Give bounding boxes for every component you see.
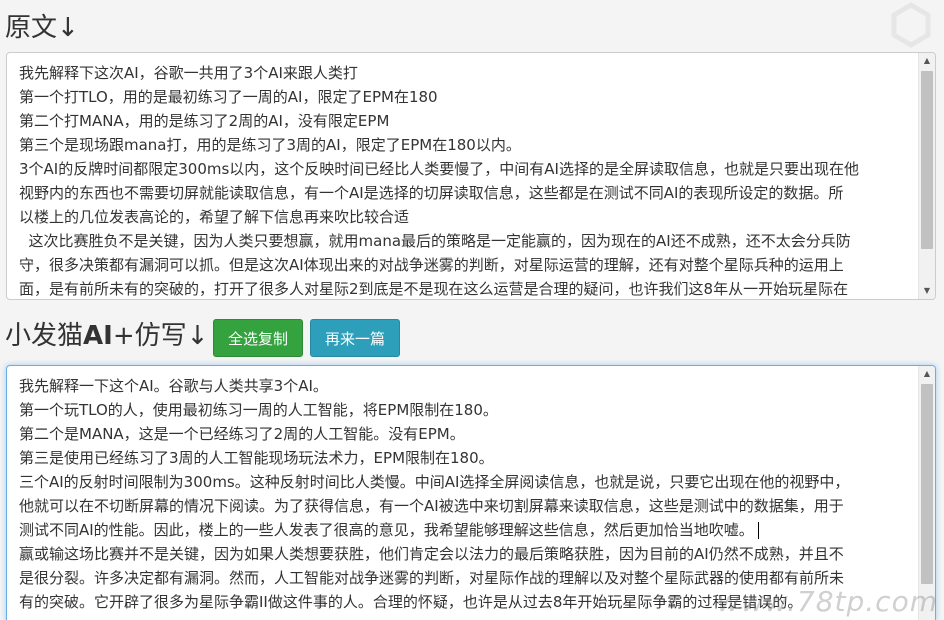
original-line: 守，很多决策都有漏洞可以抓。但是这次AI体现出来的对战争迷雾的判断，对星际运营的… <box>19 256 844 274</box>
rewrite-title: 小发猫AI+仿写↓ <box>5 320 208 352</box>
rewrite-title-ai: AI <box>83 321 113 351</box>
original-line: 3个AI的反牌时间都限定300ms以内，这个反映时间已经比人类要慢了，中间有AI… <box>19 160 859 178</box>
original-textarea[interactable]: 我先解释下这次AI，谷歌一共用了3个AI来跟人类打 第一个打TLO，用的是最初练… <box>6 52 936 300</box>
regenerate-button[interactable]: 再来一篇 <box>310 319 400 357</box>
original-text: 我先解释下这次AI，谷歌一共用了3个AI来跟人类打 第一个打TLO，用的是最初练… <box>19 61 913 299</box>
rewrite-line: 第二个是MANA，这是一个已经练习了2周的人工智能。没有EPM。 <box>19 425 465 443</box>
original-line: 第一个打TLO，用的是最初练习了一周的AI，限定了EPM在180 <box>19 88 438 106</box>
site-watermark: www.78tp.com <box>717 585 938 618</box>
original-line: 视野内的东西也不需要切屏就能读取信息，有一个AI是选择的切屏读取信息，这些都是在… <box>19 184 844 202</box>
rewrite-text: 我先解释一下这个AI。谷歌与人类共享3个AI。 第一个玩TLO的人，使用最初练习… <box>19 374 913 614</box>
text-cursor <box>757 522 759 539</box>
original-line: 我先解释下这次AI，谷歌一共用了3个AI来跟人类打 <box>19 64 358 82</box>
scrollbar-thumb[interactable] <box>921 71 933 249</box>
rewrite-line-text: 测试不同AI的性能。因此，楼上的一些人发表了很高的意见，我希望能够理解这些信息，… <box>19 521 754 539</box>
rewrite-line: 测试不同AI的性能。因此，楼上的一些人发表了很高的意见，我希望能够理解这些信息，… <box>19 518 913 542</box>
select-all-copy-button[interactable]: 全选复制 <box>213 319 303 357</box>
rewrite-line: 第三是使用已经练习了3周的人工智能现场玩法术力，EPM限制在180。 <box>19 449 494 467</box>
rewrite-scrollbar[interactable]: ▲ <box>918 366 935 620</box>
rewrite-line: 我先解释一下这个AI。谷歌与人类共享3个AI。 <box>19 377 328 395</box>
rewrite-line: 他就可以在不切断屏幕的情况下阅读。为了获得信息，有一个AI被选中来切割屏幕来读取… <box>19 497 844 515</box>
original-scrollbar[interactable]: ▲ ▼ <box>918 53 935 299</box>
scroll-up-arrow-icon[interactable]: ▲ <box>919 53 935 69</box>
rewrite-title-suffix: +仿写↓ <box>112 321 209 351</box>
rewrite-line: 第一个玩TLO的人，使用最初练习一周的人工智能，将EPM限制在180。 <box>19 401 498 419</box>
original-title: 原文↓ <box>5 13 79 43</box>
original-line: 面，是有前所未有的突破的，打开了很多人对星际2到底是不是现在这么运营是合理的疑问… <box>19 280 849 298</box>
scroll-up-arrow-icon[interactable]: ▲ <box>919 366 935 382</box>
rewrite-title-prefix: 小发猫 <box>5 321 84 351</box>
rewrite-textarea[interactable]: 我先解释一下这个AI。谷歌与人类共享3个AI。 第一个玩TLO的人，使用最初练习… <box>6 365 936 620</box>
scroll-down-arrow-icon[interactable]: ▼ <box>919 283 935 299</box>
rewrite-line: 三个AI的反射时间限制为300ms。这种反射时间比人类慢。中间AI选择全屏阅读信… <box>19 473 850 491</box>
scrollbar-thumb[interactable] <box>921 384 933 584</box>
original-line: 第二个打MANA，用的是练习了2周的AI，没有限定EPM <box>19 112 390 130</box>
rewrite-line: 赢或输这场比赛并不是关键，因为如果人类想要获胜，他们肯定会以法力的最后策略获胜，… <box>19 545 844 563</box>
original-line: 第三个是现场跟mana打，用的是练习了3周的AI，限定了EPM在180以内。 <box>19 136 521 154</box>
original-line: 这次比赛胜负不是关键，因为人类只要想赢，就用mana最后的策略是一定能赢的，因为… <box>19 232 851 250</box>
original-line: 以楼上的几位发表高论的，希望了解下信息再来吹比较合适 <box>19 208 410 226</box>
hexagon-logo-icon <box>891 2 931 48</box>
